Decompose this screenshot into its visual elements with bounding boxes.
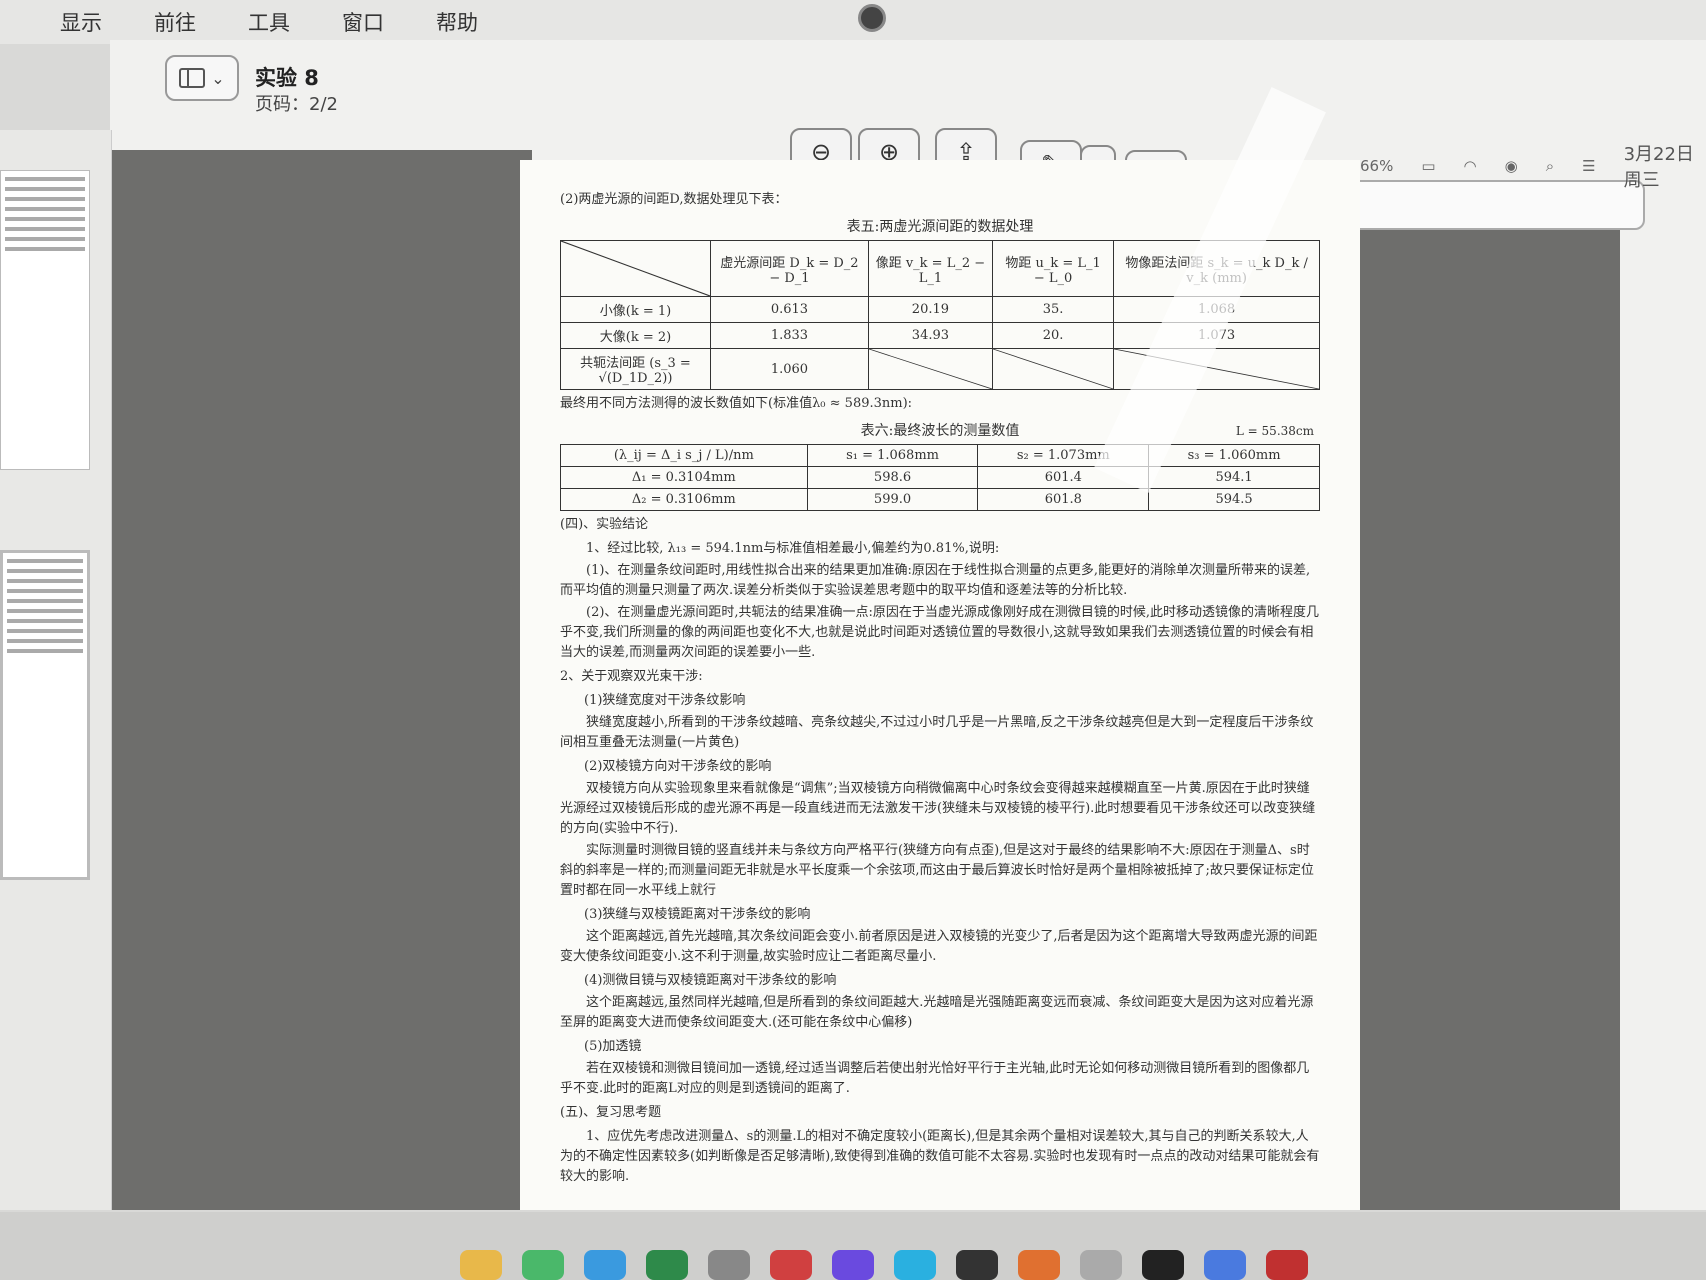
table-cell: 601.8	[977, 488, 1150, 511]
paragraph: 若在双棱镜和测微目镜间加一透镜,经过适当调整后若使出射光恰好平行于主光轴,此时无…	[560, 1061, 1310, 1096]
table-cell: 1.060	[710, 348, 869, 390]
dock-app-icon[interactable]	[1266, 1250, 1308, 1280]
subsection-heading: (1)狭缝宽度对干涉条纹影响	[584, 693, 746, 708]
table-cell: 1.833	[710, 322, 869, 349]
diagonal-header-cell	[560, 240, 711, 297]
canvas-background-right	[1350, 230, 1620, 1210]
dock-app-icon[interactable]	[708, 1250, 750, 1280]
sidebar-icon	[179, 68, 206, 88]
table-cell: 594.5	[1148, 488, 1320, 511]
paragraph: 实际测量时测微目镜的竖直线并未与条纹方向严格平行(狭缝方向有点歪),但是这对于最…	[560, 843, 1314, 898]
subsection-heading: (2)双棱镜方向对干涉条纹的影响	[584, 759, 772, 774]
dock-app-icon[interactable]	[522, 1250, 564, 1280]
paragraph: 狭缝宽度越小,所看到的干涉条纹越暗、亮条纹越尖,不过过小时几乎是一片黑暗,反之干…	[560, 715, 1314, 750]
section-conclusion-heading: (四)、实验结论	[560, 517, 649, 532]
canvas-background-left	[112, 150, 532, 1210]
camera-icon	[858, 4, 886, 32]
dock-app-icon[interactable]	[832, 1250, 874, 1280]
table6: (λ_ij = Δ_i s_j / L)/nm s₁ = 1.068mm s₂ …	[560, 444, 1320, 511]
table-cell: 20.19	[867, 296, 993, 323]
table-cell: 0.613	[710, 296, 869, 323]
table-cell: 小像(k = 1)	[560, 296, 711, 323]
page-indicator: 页码：2/2	[255, 94, 338, 115]
paragraph: 这个距离越远,首先光越暗,其次条纹间距会变小.前者原因是进入双棱镜的光变少了,后…	[560, 929, 1318, 964]
table-header-cell: s₃ = 1.060mm	[1148, 444, 1320, 467]
table-cell: 594.1	[1148, 466, 1320, 489]
table-cell: Δ₂ = 0.3106mm	[560, 488, 808, 511]
table-cell: 598.6	[806, 466, 979, 489]
table-header-cell: s₁ = 1.068mm	[806, 444, 979, 467]
dock-app-icon[interactable]	[1142, 1250, 1184, 1280]
paragraph: 1、应优先考虑改进测量Δ、s的测量.L的相对不确定度较小(距离长),但是其余两个…	[560, 1129, 1320, 1184]
search-menu-icon[interactable]: ⌕	[1546, 157, 1554, 175]
subsection-heading: (3)狭缝与双棱镜距离对干涉条纹的影响	[584, 907, 811, 922]
status-bar: 66% ▭ ◠ ◉ ⌕ ☰ 3月22日 周三	[1360, 140, 1706, 192]
table-cell: 34.93	[867, 322, 993, 349]
table-header-cell: 像距 v_k = L_2 − L_1	[867, 240, 993, 297]
table-row: Δ₂ = 0.3106mm 599.0 601.8 594.5	[560, 488, 1320, 511]
menu-bar: 显示 前往 工具 窗口 帮助	[0, 0, 1706, 44]
clock-date: 3月22日 周三	[1623, 144, 1694, 191]
paragraph: (2)、在测量虚光源间距时,共轭法的结果准确一点:原因在于当虚光源成像刚好成在测…	[560, 605, 1320, 660]
menu-view[interactable]: 显示	[60, 7, 102, 37]
table-cell: 599.0	[806, 488, 979, 511]
battery-icon: ▭	[1421, 157, 1436, 175]
table-header-cell: 物距 u_k = L_1 − L_0	[991, 240, 1115, 297]
menu-tools[interactable]: 工具	[248, 7, 290, 37]
page-thumbnail-1[interactable]	[0, 170, 90, 470]
table6-caption: 表六:最终波长的测量数值	[860, 423, 1020, 439]
menu-help[interactable]: 帮助	[436, 7, 478, 37]
paragraph: 双棱镜方向从实验现象里来看就像是“调焦”;当双棱镜方向稍微偏离中心时条纹会变得越…	[560, 781, 1316, 836]
thumbnail-sidebar	[0, 130, 112, 1210]
intro-line: (2)两虚光源的间距D,数据处理见下表：	[560, 192, 788, 207]
subsection-heading: (4)测微目镜与双棱镜距离对干涉条纹的影响	[584, 973, 837, 988]
final-intro: 最终用不同方法测得的波长数值如下(标准值λ₀ ≈ 589.3nm):	[560, 396, 913, 411]
dock-app-icon[interactable]	[1080, 1250, 1122, 1280]
dock-app-icon[interactable]	[460, 1250, 502, 1280]
dock-icons	[460, 1250, 1308, 1280]
dock-app-icon[interactable]	[584, 1250, 626, 1280]
diagonal-cell	[867, 348, 993, 390]
dock-app-icon[interactable]	[1018, 1250, 1060, 1280]
user-icon: ◉	[1504, 157, 1518, 175]
dock-app-icon[interactable]	[770, 1250, 812, 1280]
chevron-down-icon: ⌄	[211, 68, 225, 88]
table-header-cell: (λ_ij = Δ_i s_j / L)/nm	[560, 444, 808, 467]
paragraph: 这个距离越远,虽然同样光越暗,但是所看到的条纹间距越大.光越暗是光强随距离变远而…	[560, 995, 1314, 1030]
table-cell: Δ₁ = 0.3104mm	[560, 466, 808, 489]
dock-app-icon[interactable]	[956, 1250, 998, 1280]
table-cell: 共轭法间距 (s_3 = √(D_1D_2))	[560, 348, 711, 390]
subsection-heading: (5)加透镜	[584, 1039, 642, 1054]
diagonal-line	[561, 241, 710, 296]
table-header-row: (λ_ij = Δ_i s_j / L)/nm s₁ = 1.068mm s₂ …	[560, 444, 1320, 467]
table-row: Δ₁ = 0.3104mm 598.6 601.4 594.1	[560, 466, 1320, 489]
dock-app-icon[interactable]	[894, 1250, 936, 1280]
table-cell: 35.	[991, 296, 1115, 323]
paragraph: 1、经过比较, λ₁₃ = 594.1nm与标准值相差最小,偏差约为0.81%,…	[586, 541, 1000, 556]
table-cell: 大像(k = 2)	[560, 322, 711, 349]
table-header-cell: 虚光源间距 D_k = D_2 − D_1	[710, 240, 869, 297]
dock-app-icon[interactable]	[646, 1250, 688, 1280]
diagonal-cell	[991, 348, 1115, 390]
table-cell: 20.	[991, 322, 1115, 349]
wifi-icon: ◠	[1463, 157, 1477, 175]
table6-length-note: L = 55.38cm	[1235, 424, 1314, 438]
section-review-heading: (五)、复习思考题	[560, 1105, 662, 1120]
menu-window[interactable]: 窗口	[342, 7, 384, 37]
document-page: (2)两虚光源的间距D,数据处理见下表： 表五:两虚光源间距的数据处理 虚光源间…	[520, 160, 1360, 1210]
battery-level: 66%	[1360, 157, 1394, 175]
diagonal-line	[992, 349, 1114, 389]
dock-app-icon[interactable]	[1204, 1250, 1246, 1280]
diagonal-line	[868, 349, 992, 389]
sidebar-toggle-button[interactable]: ⌄	[165, 55, 239, 101]
subsection-heading: 2、关于观察双光束干涉:	[560, 669, 703, 684]
menu-go[interactable]: 前往	[154, 7, 196, 37]
document-title: 实验 8	[255, 66, 319, 90]
paragraph: (1)、在测量条纹间距时,用线性拟合出来的结果更加准确:原因在于线性拟合测量的点…	[560, 563, 1311, 598]
control-center-icon[interactable]: ☰	[1582, 157, 1595, 175]
page-thumbnail-2[interactable]	[0, 550, 90, 880]
